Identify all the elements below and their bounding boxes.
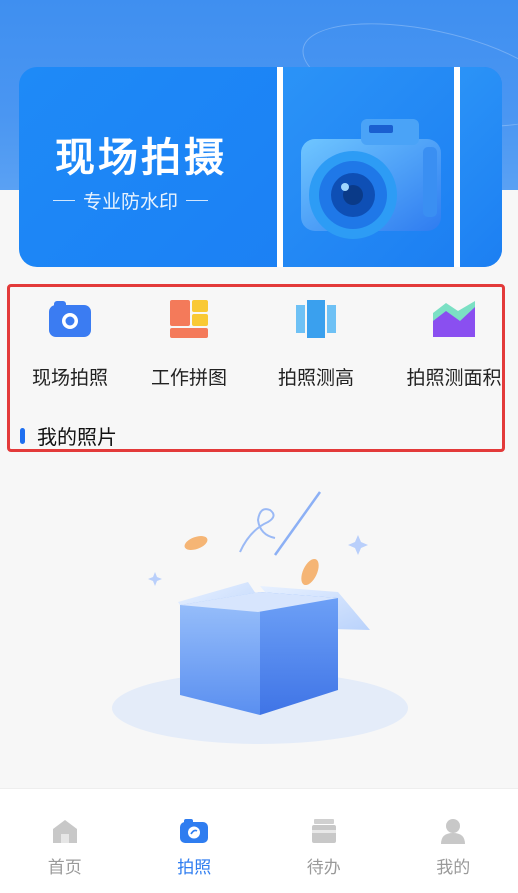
camera-tab-icon (180, 819, 209, 843)
collage-icon (170, 300, 208, 338)
my-photos-heading: 我的照片 (20, 421, 117, 450)
tab-label: 拍照 (177, 858, 212, 878)
measure-height-icon (296, 300, 336, 338)
bottom-tab-bar: 首页 拍照 待办 我的 (0, 788, 518, 893)
feature-label: 拍照测高 (277, 367, 354, 389)
feature-measure-height[interactable]: 拍照测高 (256, 299, 376, 390)
banner-side-panel (460, 67, 502, 267)
tab-label: 我的 (436, 858, 471, 878)
feature-label: 工作拼图 (150, 367, 227, 389)
banner-title: 现场拍摄 (55, 135, 227, 181)
subtitle-dash-right (186, 199, 209, 202)
tab-todo[interactable]: 待办 (259, 789, 389, 893)
todo-icon (311, 819, 336, 843)
banner-camera-image (277, 67, 460, 267)
feature-collage[interactable]: 工作拼图 (129, 299, 249, 390)
tab-camera[interactable]: 拍照 (130, 789, 260, 893)
subtitle-dash-left (53, 199, 75, 202)
feature-label: 现场拍照 (31, 367, 108, 389)
feature-label: 拍照测面积 (406, 367, 502, 389)
feature-section: 现场拍照 工作拼图 拍照测高 拍照测面积 我的照片 (7, 284, 505, 452)
empty-box-illustration (112, 491, 408, 744)
banner-subtitle-text: 专业防水印 (83, 191, 179, 213)
tab-home[interactable]: 首页 (0, 789, 130, 893)
camera-illustration-icon (301, 119, 441, 239)
section-marker (20, 427, 25, 444)
hero-banner[interactable]: 现场拍摄 专业防水印 (19, 67, 502, 267)
profile-icon (441, 819, 466, 844)
feature-measure-area[interactable]: 拍照测面积 (394, 299, 514, 390)
banner-subtitle: 专业防水印 (53, 187, 233, 214)
area-chart-icon (433, 301, 475, 337)
home-icon (52, 820, 77, 843)
tab-profile[interactable]: 我的 (389, 789, 518, 893)
tab-label: 待办 (306, 858, 341, 878)
camera-icon (49, 301, 91, 337)
tab-label: 首页 (47, 858, 82, 878)
feature-onsite-photo[interactable]: 现场拍照 (10, 299, 130, 390)
section-title-text: 我的照片 (37, 425, 117, 449)
